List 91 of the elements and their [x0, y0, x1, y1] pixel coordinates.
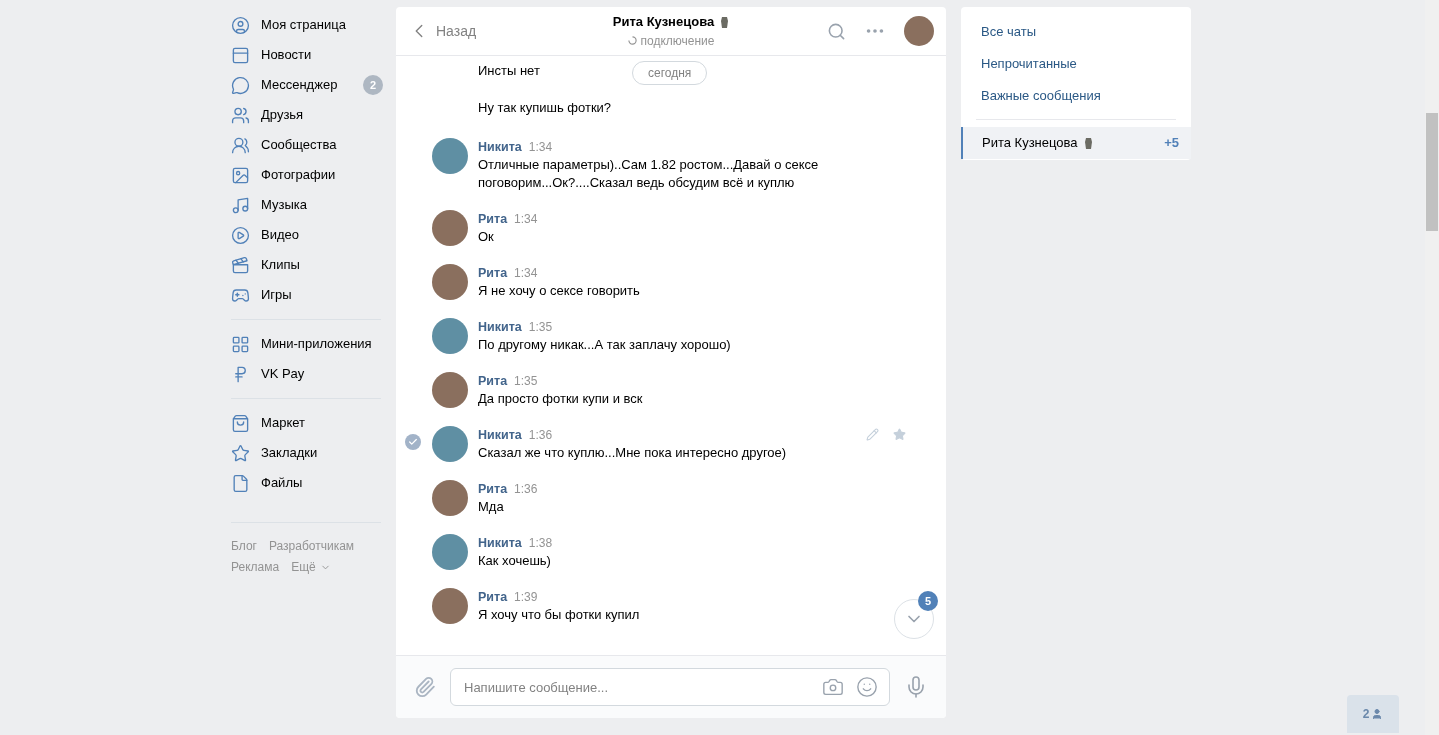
avatar-photo-placeholder[interactable]: [432, 588, 468, 624]
group-icon: [231, 135, 250, 155]
sender-name[interactable]: Рита: [478, 588, 508, 606]
sidebar-item[interactable]: Моя страница: [261, 15, 381, 35]
filter-item[interactable]: Важные сообщения: [961, 80, 1191, 112]
chat-title: Рита Кузнецова: [612, 13, 715, 32]
spinner-icon: [627, 36, 637, 46]
stone-figure-icon: [1083, 136, 1093, 150]
message-text: Отличные параметры)..Сам 1.82 ростом...Давай о сексе поговорим...Ок?....Сказал ведь обсудим всё и куплю: [478, 156, 820, 192]
message-time: 1:36: [514, 481, 538, 498]
avatar-photo-placeholder[interactable]: [432, 480, 468, 516]
sender-name[interactable]: Рита: [478, 372, 508, 390]
message-text: Ок: [478, 228, 494, 246]
search-icon[interactable]: [827, 21, 846, 41]
unread-count: +5: [1164, 134, 1179, 153]
sidebar-item[interactable]: Закладки: [261, 443, 381, 463]
message-time: 1:35: [514, 373, 538, 390]
sidebar-item[interactable]: Игры: [261, 285, 381, 305]
stone-figure-icon: [720, 15, 730, 29]
message-time: 1:34: [514, 211, 538, 228]
sender-name[interactable]: Никита: [478, 138, 522, 156]
message-text: Я хочу что бы фотки купил: [478, 606, 640, 624]
sidebar-item[interactable]: Друзья: [261, 105, 381, 125]
message-input[interactable]: Напишите сообщение...: [450, 668, 890, 706]
message-time: 1:34: [514, 265, 538, 282]
chat-bubble-icon: [231, 75, 250, 95]
message-text: По другому никак...А так заплачу хорошо): [478, 336, 731, 354]
message-time: 1:38: [528, 535, 553, 552]
message-text: Ну так купишь фотки?: [478, 99, 612, 117]
sidebar-item[interactable]: Видео: [261, 225, 381, 245]
count-badge: 2: [363, 75, 383, 95]
filter-item[interactable]: Непрочитанные: [961, 48, 1191, 80]
message-time: 1:36: [528, 427, 553, 444]
message-time: 1:39: [514, 589, 538, 606]
message-text: Я не хочу о сексе говорить: [478, 282, 640, 300]
sender-name[interactable]: Рита: [478, 480, 508, 498]
sidebar-item[interactable]: Клипы: [261, 255, 381, 275]
date-pill: сегодня: [632, 61, 708, 85]
filter-item[interactable]: Все чаты: [961, 16, 1191, 48]
message-text: Как хочешь): [478, 552, 551, 570]
sender-name[interactable]: Рита: [478, 264, 508, 282]
panel-icon: [231, 45, 250, 65]
star-icon[interactable]: [893, 428, 906, 441]
sidebar-item[interactable]: Файлы: [261, 473, 381, 493]
image-icon: [231, 165, 250, 185]
avatar-photo-placeholder[interactable]: [432, 318, 468, 354]
chat-name: Рита Кузнецова: [982, 134, 1078, 153]
message-text: Инсты нет: [478, 62, 540, 80]
chat-item[interactable]: Рита Кузнецова +5: [961, 127, 1191, 159]
avatar-photo-placeholder[interactable]: [432, 534, 468, 570]
sidebar-item[interactable]: Маркет: [261, 413, 381, 433]
avatar-photo-placeholder[interactable]: [432, 210, 468, 246]
music-note-icon: [231, 195, 250, 215]
play-circle-icon: [231, 225, 250, 245]
paperclip-icon[interactable]: [414, 676, 436, 698]
avatar-photo-placeholder[interactable]: [904, 16, 934, 46]
message-text: Мда: [478, 498, 504, 516]
avatar-photo-placeholder[interactable]: [432, 264, 468, 300]
message-text: Сказал же что куплю...Мне пока интересно другое): [478, 444, 787, 462]
scroll-down-button[interactable]: [894, 599, 934, 639]
connection-status: подключение: [640, 32, 715, 50]
message-text: Да просто фотки купи и вск: [478, 390, 643, 408]
avatar-photo-placeholder[interactable]: [432, 426, 468, 462]
user-circle-icon: [231, 15, 250, 35]
smile-icon[interactable]: [856, 676, 878, 698]
grid-icon: [231, 334, 250, 354]
star-icon: [231, 443, 250, 463]
sidebar-item[interactable]: Мини-приложения: [261, 334, 381, 354]
sidebar-item[interactable]: VK Pay: [261, 364, 381, 384]
sidebar-item[interactable]: Мессенджер: [261, 75, 363, 95]
sender-name[interactable]: Никита: [478, 426, 522, 444]
camera-icon[interactable]: [822, 676, 844, 698]
sidebar-item[interactable]: Фотографии: [261, 165, 381, 185]
back-button[interactable]: Назад: [408, 20, 588, 42]
message-time: 1:34: [528, 139, 553, 156]
avatar-photo-placeholder[interactable]: [432, 138, 468, 174]
unread-badge: 5: [918, 591, 938, 611]
bag-icon: [231, 413, 250, 433]
people-icon: [231, 105, 250, 125]
sidebar-item[interactable]: Музыка: [261, 195, 381, 215]
file-icon: [231, 473, 250, 493]
message-time: 1:35: [528, 319, 553, 336]
sidebar-item[interactable]: Сообщества: [261, 135, 381, 155]
clapperboard-icon: [231, 255, 250, 275]
sender-name[interactable]: Никита: [478, 318, 522, 336]
sender-name[interactable]: Никита: [478, 534, 522, 552]
avatar-photo-placeholder[interactable]: [432, 372, 468, 408]
person-icon: [1371, 708, 1384, 720]
selected-check-icon[interactable]: [405, 434, 421, 450]
sidebar-item[interactable]: Новости: [261, 45, 381, 65]
sender-name[interactable]: Рита: [478, 210, 508, 228]
